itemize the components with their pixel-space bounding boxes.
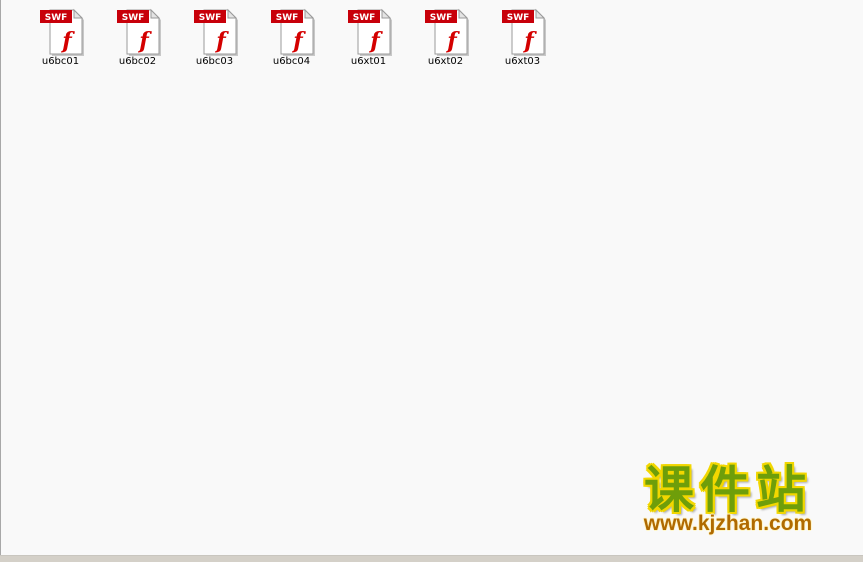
file-item[interactable]: SWF f u6bc04 <box>253 8 330 68</box>
file-name-label: u6bc02 <box>118 56 157 67</box>
swf-badge-label: SWF <box>352 13 375 23</box>
watermark-url: www.kjzhan.com <box>643 512 813 535</box>
flash-swf-file-icon[interactable]: SWFf <box>187 8 243 56</box>
swf-badge-label: SWF <box>121 13 144 23</box>
flash-swf-file-icon[interactable]: SWFf <box>418 8 474 56</box>
file-item[interactable]: SWF f u6bc02 <box>99 8 176 68</box>
file-item[interactable]: SWF f u6xt03 <box>484 8 561 68</box>
file-item[interactable]: SWF f u6xt02 <box>407 8 484 68</box>
file-item[interactable]: SWF f u6bc01 <box>22 8 99 68</box>
swf-badge-label: SWF <box>506 13 529 23</box>
watermark-title: 课件站 <box>643 461 812 519</box>
flash-swf-file-icon[interactable]: SWFf <box>33 8 89 56</box>
file-name-label: u6bc03 <box>195 56 234 67</box>
swf-badge-label: SWF <box>275 13 298 23</box>
flash-swf-file-icon[interactable]: SWFf <box>495 8 551 56</box>
kjzhan-watermark: 课件站 www.kjzhan.com <box>612 461 844 542</box>
file-name-label: u6xt01 <box>350 56 387 67</box>
flash-swf-file-icon[interactable]: SWFf <box>264 8 320 56</box>
file-name-label: u6xt02 <box>427 56 464 67</box>
flash-swf-file-icon[interactable]: SWFf <box>110 8 166 56</box>
swf-badge-label: SWF <box>44 13 67 23</box>
flash-swf-file-icon[interactable]: SWFf <box>341 8 397 56</box>
file-name-label: u6xt03 <box>504 56 541 67</box>
file-name-label: u6bc01 <box>41 56 80 67</box>
file-name-label: u6bc04 <box>272 56 311 67</box>
swf-badge-label: SWF <box>429 13 452 23</box>
file-item[interactable]: SWF f u6xt01 <box>330 8 407 68</box>
file-item[interactable]: SWF f u6bc03 <box>176 8 253 68</box>
file-icon-grid: SWF f u6bc01 SWF f u6bc02 SWF f u6bc03 SWF f u6bc04… <box>22 8 561 68</box>
swf-badge-label: SWF <box>198 13 221 23</box>
bottom-status-strip <box>0 555 863 562</box>
